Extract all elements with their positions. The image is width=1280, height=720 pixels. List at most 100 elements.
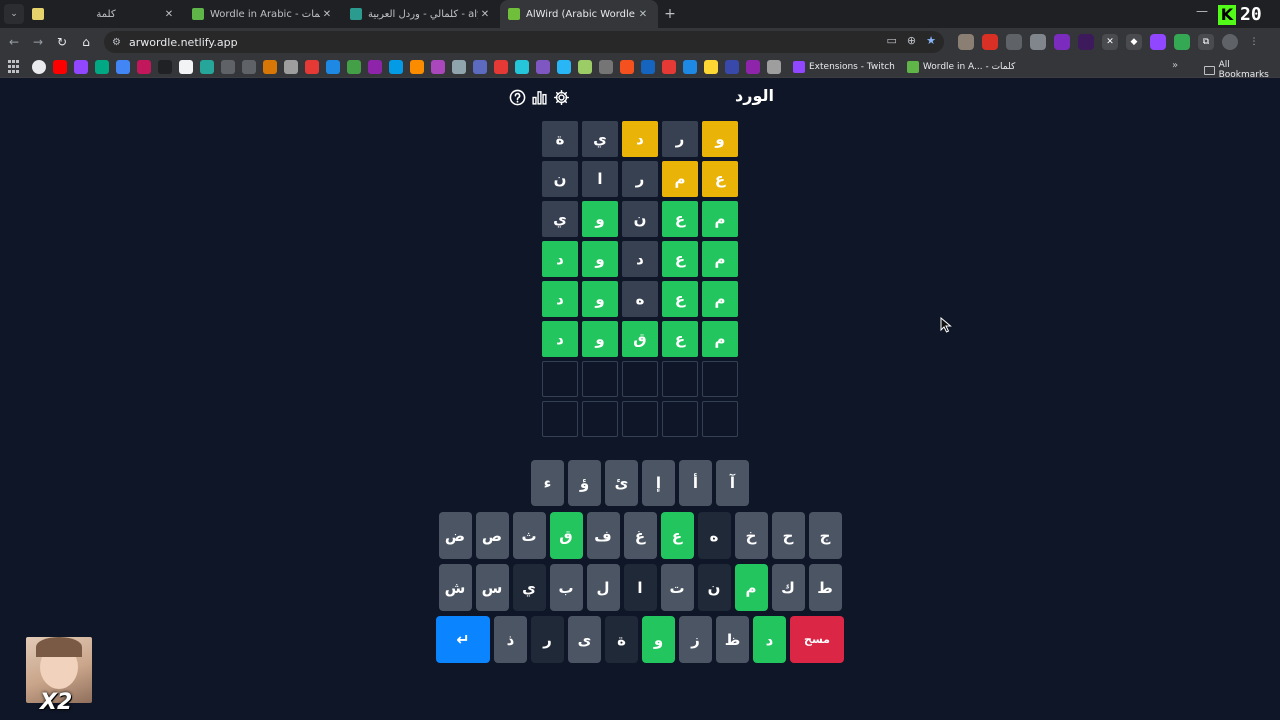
keyboard-key[interactable]: آ [716,460,749,506]
keyboard-key[interactable]: ر [531,616,564,663]
address-bar[interactable]: ⚙ arwordle.netlify.app ▭ ⊕ ★ [104,31,944,53]
close-icon[interactable]: ✕ [320,9,334,20]
youtube-icon[interactable] [53,59,67,74]
bookmark-icon[interactable] [137,59,151,74]
google-icon[interactable] [32,59,46,74]
close-icon[interactable]: ✕ [478,9,492,20]
bookmark-icon[interactable] [431,59,445,74]
close-icon[interactable]: ✕ [162,9,176,20]
keyboard-key[interactable]: ذ [494,616,527,663]
zoom-icon[interactable]: ⊕ [907,34,916,47]
enter-key[interactable]: ↵ [436,616,490,663]
twitch-extension-icon[interactable] [1150,34,1166,50]
keyboard-key[interactable]: ن [697,564,731,611]
tab-kalima[interactable]: كلمة ✕ [24,0,184,28]
forward-arrow-icon[interactable]: → [26,35,50,49]
more-bookmarks-icon[interactable]: » [1172,60,1178,71]
extension-icon[interactable] [1006,34,1022,50]
keyboard-key[interactable]: ز [679,616,712,663]
keyboard-key[interactable]: ء [531,460,564,506]
bookmark-icon[interactable] [725,59,739,74]
keyboard-key[interactable]: ع [660,512,694,559]
bookmark-icon[interactable] [200,59,214,74]
bookmark-icon[interactable] [368,59,382,74]
keyboard-key[interactable]: م [734,564,768,611]
menu-dots-icon[interactable]: ⋮ [1246,34,1262,50]
bookmark-icon[interactable] [641,59,655,74]
extension-icon[interactable] [1174,34,1190,50]
bookmark-icon[interactable] [704,59,718,74]
twitch-icon[interactable] [74,59,88,74]
delete-key[interactable]: مسح [790,616,844,663]
keyboard-key[interactable]: ث [512,512,546,559]
keyboard-key[interactable]: ا [623,564,657,611]
keyboard-key[interactable]: غ [623,512,657,559]
bookmark-icon[interactable] [683,59,697,74]
keyboard-key[interactable]: إ [642,460,675,506]
statistics-icon[interactable] [530,88,548,106]
keyboard-key[interactable]: ظ [716,616,749,663]
keyboard-key[interactable]: ل [586,564,620,611]
bookmark-icon[interactable] [767,59,781,74]
keyboard-key[interactable]: ص [475,512,509,559]
keyboard-key[interactable]: ك [771,564,805,611]
keyboard-key[interactable]: ض [438,512,472,559]
keyboard-key[interactable]: ي [512,564,546,611]
puzzle-icon[interactable]: ⧉ [1198,34,1214,50]
bookmark-icon[interactable] [410,59,424,74]
settings-gear-icon[interactable] [552,88,570,106]
back-arrow-icon[interactable]: ← [2,35,26,49]
profile-avatar[interactable] [1222,34,1238,50]
all-bookmarks-button[interactable]: All Bookmarks [1204,60,1280,80]
keyboard-key[interactable]: خ [734,512,768,559]
keyboard-key[interactable]: د [753,616,786,663]
tab-kalimali[interactable]: كلمالي - وردل العربية - aly.com ✕ [342,0,500,28]
bookmark-icon[interactable] [179,59,193,74]
close-icon[interactable]: ✕ [636,9,650,20]
bookmark-icon[interactable] [305,59,319,74]
bookmark-icon[interactable] [599,59,613,74]
keyboard-key[interactable]: س [475,564,509,611]
bookmark-icon[interactable] [221,59,235,74]
extension-icon[interactable] [1078,34,1094,50]
bookmark-icon[interactable] [662,59,676,74]
bookmark-icon[interactable] [263,59,277,74]
bookmark-icon[interactable] [284,59,298,74]
cast-icon[interactable]: ▭ [887,34,897,47]
extension-icon[interactable] [982,34,998,50]
new-tab-button[interactable]: + [658,6,682,22]
extension-icon[interactable]: ◆ [1126,34,1142,50]
bookmark-icon[interactable] [389,59,403,74]
bookmark-star-icon[interactable]: ★ [926,34,936,47]
tab-alwird[interactable]: AlWird (Arabic Wordle) - الورد ✕ [500,0,658,28]
mute-icon[interactable]: ✕ [1102,34,1118,50]
keyboard-key[interactable]: ق [549,512,583,559]
bookmark-icon[interactable] [116,59,130,74]
keyboard-key[interactable]: ف [586,512,620,559]
shield-icon[interactable] [1030,34,1046,50]
keyboard-key[interactable]: ط [808,564,842,611]
keyboard-key[interactable]: ة [605,616,638,663]
keyboard-key[interactable]: و [642,616,675,663]
help-icon[interactable] [508,88,526,106]
keyboard-key[interactable]: ئ [605,460,638,506]
bookmark-icon[interactable] [473,59,487,74]
bookmark-icon[interactable] [557,59,571,74]
keyboard-key[interactable]: ج [808,512,842,559]
bookmark-icon[interactable] [746,59,760,74]
tab-search-button[interactable]: ⌄ [4,4,24,24]
bookmark-icon[interactable] [620,59,634,74]
site-settings-icon[interactable]: ⚙ [112,37,121,48]
keyboard-key[interactable]: ؤ [568,460,601,506]
keyboard-key[interactable]: ب [549,564,583,611]
bookmark-icon[interactable] [452,59,466,74]
keyboard-key[interactable]: ح [771,512,805,559]
keyboard-key[interactable]: ه [697,512,731,559]
bookmark-extensions-twitch[interactable]: Extensions - Twitch [793,60,895,73]
bookmark-icon[interactable] [347,59,361,74]
bookmark-icon[interactable] [326,59,340,74]
bookmark-icon[interactable] [158,59,172,74]
bookmark-icon[interactable] [578,59,592,74]
bookmark-icon[interactable] [536,59,550,74]
reload-icon[interactable]: ↻ [50,35,74,49]
